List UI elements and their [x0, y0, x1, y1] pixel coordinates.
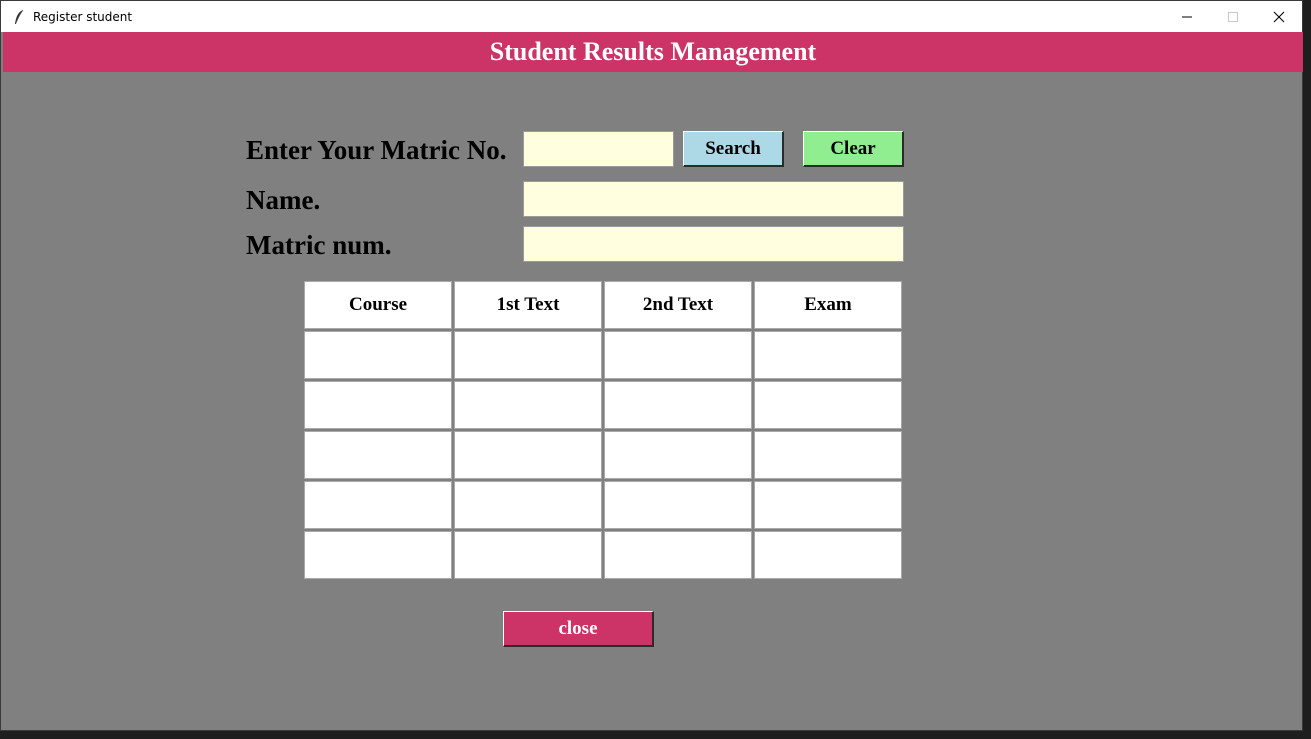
table-cell-exam: [754, 381, 902, 429]
page-title: Student Results Management: [489, 37, 817, 66]
matric-num-field[interactable]: [523, 226, 904, 262]
table-header-second-test: 2nd Text: [604, 281, 752, 329]
table-cell-first-test: [454, 331, 602, 379]
table-cell-course: [304, 381, 452, 429]
table-cell-second-test: [604, 331, 752, 379]
matric-label: Enter Your Matric No.: [246, 135, 507, 165]
table-cell-course: [304, 331, 452, 379]
close-button[interactable]: close: [503, 611, 654, 647]
table-cell-first-test: [454, 381, 602, 429]
window-controls: [1164, 1, 1302, 32]
table-cell-course: [304, 431, 452, 479]
table-header-course: Course: [304, 281, 452, 329]
table-cell-second-test: [604, 381, 752, 429]
clear-button[interactable]: Clear: [803, 131, 904, 167]
feather-icon: [11, 9, 27, 25]
window-titlebar[interactable]: Register student: [1, 1, 1302, 32]
table-header-exam: Exam: [754, 281, 902, 329]
table-cell-exam: [754, 531, 902, 579]
app-window: Register student Student Results Managem…: [0, 0, 1303, 731]
search-button[interactable]: Search: [683, 131, 784, 167]
table-cell-second-test: [604, 531, 752, 579]
maximize-icon[interactable]: [1210, 1, 1256, 32]
table-cell-exam: [754, 481, 902, 529]
name-label: Name.: [246, 185, 321, 215]
table-cell-second-test: [604, 481, 752, 529]
table-cell-second-test: [604, 431, 752, 479]
table-cell-course: [304, 531, 452, 579]
minimize-icon[interactable]: [1164, 1, 1210, 32]
close-icon[interactable]: [1256, 1, 1302, 32]
matric-input[interactable]: [523, 131, 674, 167]
table-cell-course: [304, 481, 452, 529]
name-field[interactable]: [523, 181, 904, 217]
table-cell-first-test: [454, 481, 602, 529]
table-cell-first-test: [454, 431, 602, 479]
window-title: Register student: [33, 9, 133, 24]
table-cell-first-test: [454, 531, 602, 579]
header-banner: Student Results Management: [3, 32, 1303, 72]
table-cell-exam: [754, 431, 902, 479]
table-header-first-test: 1st Text: [454, 281, 602, 329]
table-cell-exam: [754, 331, 902, 379]
matric-num-label: Matric num.: [246, 230, 392, 260]
